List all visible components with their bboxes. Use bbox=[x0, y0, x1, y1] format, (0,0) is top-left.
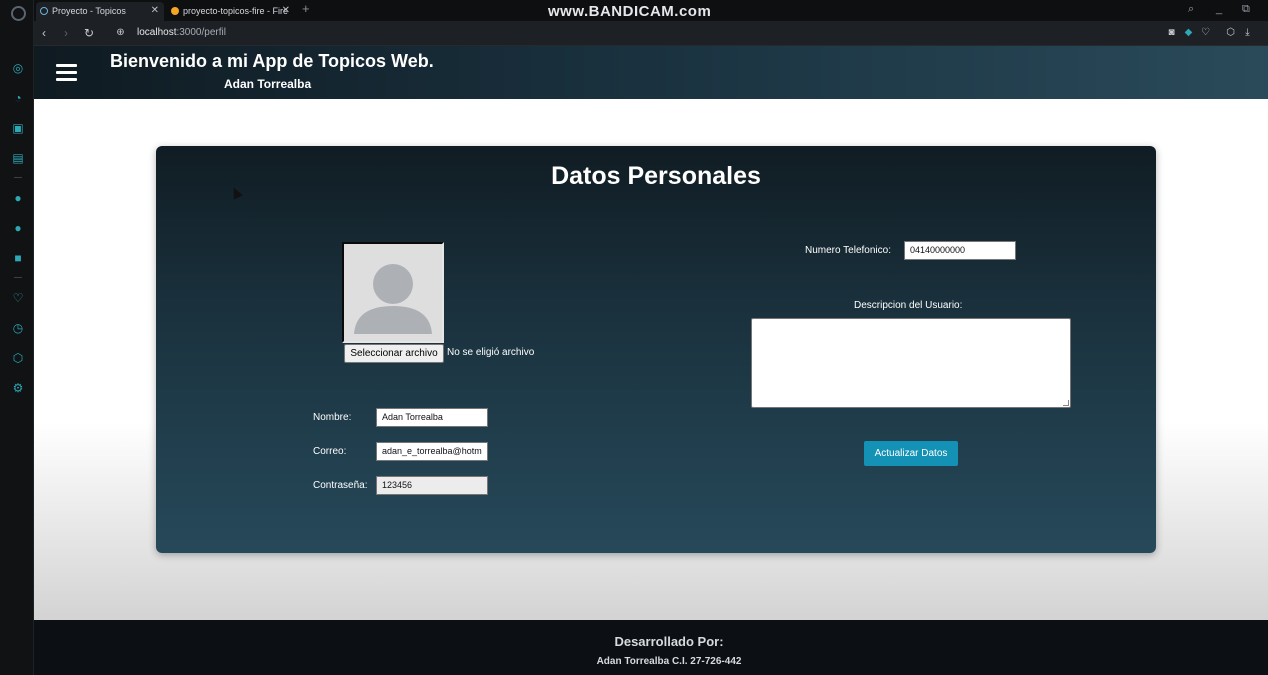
nombre-input[interactable]: Adan Torrealba bbox=[376, 408, 488, 427]
correo-label: Correo: bbox=[313, 446, 347, 457]
file-status-text: No se eligió archivo bbox=[447, 347, 535, 358]
heart-icon[interactable]: ♡ bbox=[1200, 27, 1211, 38]
user-silhouette-icon bbox=[344, 244, 442, 341]
header-user-name: Adan Torrealba bbox=[224, 77, 312, 91]
restore-button[interactable]: ⧉ bbox=[1242, 3, 1250, 16]
shield-icon[interactable]: ◆ bbox=[1183, 27, 1194, 38]
tab-strip: Proyecto - Topicos ✕ proyecto-topicos-fi… bbox=[34, 0, 1268, 21]
site-favicon-icon bbox=[40, 7, 48, 15]
tab-title: proyecto-topicos-fire - Fire bbox=[183, 6, 289, 16]
clock-icon[interactable]: ◷ bbox=[11, 321, 25, 335]
globe-icon: ⊕ bbox=[116, 27, 125, 38]
close-tab-icon[interactable]: ✕ bbox=[282, 2, 290, 20]
update-data-button[interactable]: Actualizar Datos bbox=[864, 441, 958, 466]
page-footer: Desarrollado Por: Adan Torrealba C.I. 27… bbox=[34, 620, 1268, 675]
menu-icon[interactable] bbox=[56, 64, 77, 81]
card-title: Datos Personales bbox=[551, 162, 761, 190]
settings-icon[interactable]: ⚙ bbox=[11, 381, 25, 395]
twitch-icon[interactable]: ▤ bbox=[11, 151, 25, 165]
app-header: Bienvenido a mi App de Topicos Web. Adan… bbox=[34, 46, 1268, 99]
whatsapp-icon[interactable]: ● bbox=[11, 191, 25, 205]
choose-file-button[interactable]: Seleccionar archivo bbox=[344, 344, 444, 363]
app-title: Bienvenido a mi App de Topicos Web. bbox=[110, 51, 434, 71]
cube-icon[interactable]: ⬡ bbox=[1225, 27, 1236, 38]
url-field[interactable]: localhost:3000/perfil bbox=[137, 27, 226, 38]
firebase-favicon-icon bbox=[171, 7, 179, 15]
correo-input[interactable]: adan_e_torrealba@hotm bbox=[376, 442, 488, 461]
footer-title: Desarrollado Por: bbox=[614, 634, 724, 649]
discord-icon[interactable]: ■ bbox=[11, 251, 25, 265]
nombre-label: Nombre: bbox=[313, 412, 352, 423]
gamepad-icon[interactable]: ◎ bbox=[11, 61, 25, 75]
url-path: :3000/perfil bbox=[176, 27, 226, 38]
rail-divider bbox=[14, 277, 22, 278]
tab-title: Proyecto - Topicos bbox=[52, 6, 126, 16]
tab-proyecto-topicos[interactable]: Proyecto - Topicos ✕ bbox=[36, 2, 164, 21]
heart-icon[interactable]: ♡ bbox=[11, 291, 25, 305]
camera-icon[interactable]: ◙ bbox=[1166, 27, 1177, 38]
search-icon[interactable]: ⌕ bbox=[1188, 3, 1194, 16]
address-bar: ‹ › ↻ ⊕ localhost:3000/perfil ◙ ◆ ♡ ⬡ ⤓ bbox=[34, 21, 1268, 46]
new-tab-button[interactable]: + bbox=[302, 1, 310, 16]
password-label: Contraseña: bbox=[313, 480, 368, 491]
url-host: localhost bbox=[137, 27, 177, 38]
browser-sidebar: ◎ ◔ ▣ ▤ ● ● ■ ♡ ◷ ⬡ ⚙ bbox=[0, 0, 34, 675]
descripcion-label: Descripcion del Usuario: bbox=[854, 300, 963, 311]
reload-button[interactable]: ↻ bbox=[84, 26, 94, 40]
recorder-watermark: www.BANDICAM.com bbox=[548, 3, 712, 20]
twitter-icon[interactable]: ● bbox=[11, 221, 25, 235]
footer-credit: Adan Torrealba C.I. 27-726-442 bbox=[596, 656, 742, 667]
descripcion-textarea[interactable] bbox=[751, 318, 1071, 408]
bag-icon[interactable]: ▣ bbox=[11, 121, 25, 135]
resize-handle-icon[interactable] bbox=[1063, 400, 1069, 406]
cube-icon[interactable]: ⬡ bbox=[11, 351, 25, 365]
profile-card: Datos Personales Seleccionar archivo No … bbox=[156, 146, 1156, 553]
telefono-label: Numero Telefonico: bbox=[805, 245, 891, 256]
tab-firebase[interactable]: proyecto-topicos-fire - Fire ✕ bbox=[167, 2, 295, 21]
rail-divider bbox=[14, 177, 22, 178]
telefono-input[interactable]: 04140000000 bbox=[904, 241, 1016, 260]
speedometer-icon[interactable]: ◔ bbox=[11, 91, 25, 105]
browser-logo-icon[interactable] bbox=[11, 6, 26, 21]
forward-button[interactable]: › bbox=[64, 26, 68, 40]
download-icon[interactable]: ⤓ bbox=[1242, 27, 1253, 38]
avatar-placeholder bbox=[342, 242, 444, 343]
back-button[interactable]: ‹ bbox=[42, 26, 46, 40]
page-body: Datos Personales Seleccionar archivo No … bbox=[34, 99, 1268, 620]
password-input[interactable]: 123456 bbox=[376, 476, 488, 495]
close-tab-icon[interactable]: ✕ bbox=[151, 2, 159, 20]
minimize-button[interactable]: _ bbox=[1216, 3, 1222, 15]
